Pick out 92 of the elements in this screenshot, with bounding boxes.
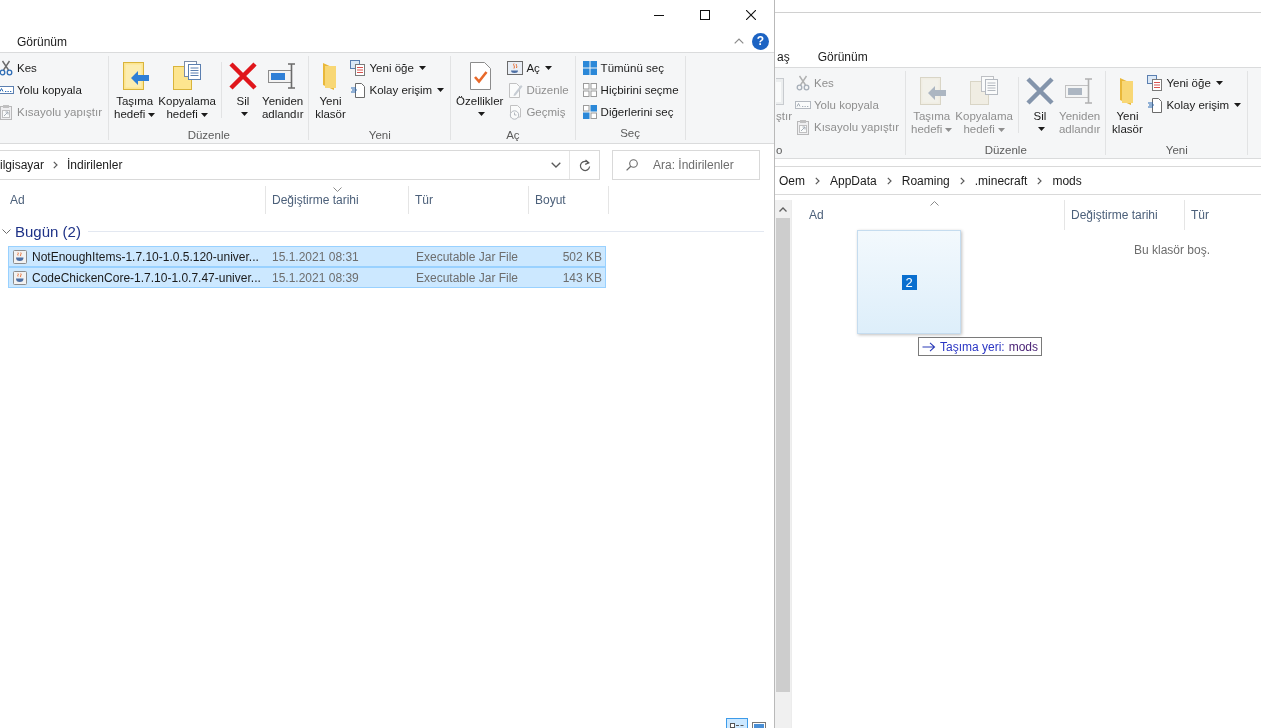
mixed-grid-icon: [581, 104, 598, 120]
arrow-right-icon: [922, 341, 936, 352]
file-name-text: CodeChickenCore-1.7.10-1.0.7.47-univer...: [32, 270, 261, 285]
count-badge: 2: [901, 274, 917, 290]
close-icon: [746, 10, 756, 20]
group-label: Yeni: [367, 128, 392, 142]
stacked-documents-icon: [1147, 75, 1164, 91]
delete-button[interactable]: Sil: [225, 56, 260, 128]
drop-target-text: mods: [1008, 339, 1039, 354]
maximize-icon: [700, 10, 710, 20]
stacked-documents-icon: [350, 60, 367, 76]
file-type-text: Executable Jar File: [416, 249, 519, 264]
empty-grid-icon: [581, 82, 598, 98]
refresh-icon: [578, 158, 591, 172]
chevron-right-icon: [815, 176, 820, 185]
file-size-text: 143 KB: [562, 270, 602, 285]
select-all-button[interactable]: Tümünü seç: [579, 57, 681, 79]
file-row[interactable]: NotEnoughItems-1.7.10-1.0.5.120-univer... 15.1.2021 08:31 Executable Jar File 502 KB: [8, 246, 606, 267]
address-bar[interactable]: Oem AppData Roaming .minecraft mods: [775, 166, 1261, 195]
new-item-button[interactable]: Yeni öğe: [348, 57, 447, 79]
search-field[interactable]: Ara: İndirilenler: [612, 150, 760, 180]
chevron-right-icon: [886, 176, 892, 185]
scissors-icon: [795, 75, 811, 91]
properties-button[interactable]: Özellikler: [455, 56, 505, 128]
clock-document-icon: [507, 104, 524, 120]
ribbon-tab[interactable]: Görünüm: [3, 30, 82, 52]
column-header[interactable]: Değiştirme tarihi: [1065, 200, 1185, 230]
group-label: o: [776, 143, 784, 157]
invert-selection-button[interactable]: Diğerlerini seç: [579, 101, 681, 123]
breadcrumb-item[interactable]: AppData: [830, 173, 877, 188]
file-name-text: NotEnoughItems-1.7.10-1.0.5.120-univer...: [32, 249, 259, 264]
cup-file-icon: [12, 269, 28, 286]
open-button[interactable]: Aç: [505, 57, 571, 79]
group-label: Seç: [619, 126, 641, 140]
move-to-button[interactable]: Taşıma hedefi: [113, 56, 157, 128]
window-icon: [507, 60, 524, 76]
folder-documents-icon: [171, 60, 204, 92]
breadcrumb-item[interactable]: Roaming: [901, 173, 950, 188]
modified-date-text: 15.1.2021 08:31: [272, 249, 359, 264]
cup-file-icon: [12, 248, 28, 265]
folder-documents-icon: [968, 75, 1001, 107]
group-label: Düzenle: [983, 143, 1028, 157]
breadcrumb-item[interactable]: İndirilenler: [67, 158, 123, 172]
document-lines-icon: [1147, 97, 1164, 113]
chevron-right-icon: [1037, 176, 1043, 185]
column-header[interactable]: Tür: [409, 186, 529, 214]
chevron-right-icon: [53, 161, 58, 169]
breadcrumb-item[interactable]: .minecraft: [974, 173, 1028, 188]
new-item-button[interactable]: Yeni öğe: [1145, 72, 1244, 94]
modified-date-text: 15.1.2021 08:39: [272, 270, 359, 285]
copy-to-button[interactable]: Kopyalama hedefi: [157, 56, 217, 128]
select-none-button[interactable]: Hiçbirini seçme: [579, 79, 681, 101]
group-label: Düzenle: [186, 128, 231, 142]
pencil-document-icon: [507, 82, 524, 98]
file-type-text: Executable Jar File: [416, 270, 519, 285]
file-size-text: 502 KB: [562, 249, 602, 264]
group-label: Yeni: [1164, 143, 1189, 157]
ribbon-tab[interactable]: Görünüm: [803, 45, 882, 67]
new-folder-button[interactable]: Yeni klasör: [313, 56, 348, 128]
help-button[interactable]: ?: [752, 32, 769, 50]
group-header[interactable]: Bugün (2): [0, 222, 81, 240]
chevron-down-icon: [550, 162, 561, 168]
column-header[interactable]: Değiştirme tarihi: [266, 186, 409, 214]
scrollbar-thumb[interactable]: [776, 218, 790, 692]
caret-up-icon: [779, 206, 787, 212]
filled-grid-icon: [581, 60, 598, 76]
column-header[interactable]: Tür: [1185, 200, 1261, 230]
breadcrumb-item[interactable]: Oem: [779, 173, 805, 188]
file-row[interactable]: CodeChickenCore-1.7.10-1.0.7.47-univer... 15.1.2021 08:39 Executable Jar File 143 KB: [8, 267, 606, 288]
empty-folder-text: Bu klasör boş.: [1134, 243, 1211, 257]
drop-action-text: Taşıma yeri:: [940, 339, 1005, 354]
address-bar[interactable]: ilgisayar İndirilenler: [0, 150, 600, 180]
group-label: Aç: [505, 128, 521, 142]
new-folder-button[interactable]: Yeni klasör: [1110, 71, 1145, 143]
column-header[interactable]: Boyut: [529, 186, 609, 214]
caret-up-icon: [734, 38, 744, 44]
breadcrumb-item[interactable]: mods: [1052, 173, 1082, 188]
cut-button[interactable]: Kes: [0, 57, 104, 79]
column-header[interactable]: Ad: [4, 186, 266, 214]
document-lines-icon: [350, 82, 367, 98]
rename-button[interactable]: Yeniden adlandır: [260, 56, 305, 128]
scissors-icon: [0, 60, 14, 76]
minimize-icon: [654, 14, 664, 16]
easy-access-button[interactable]: Kolay erişim: [348, 79, 447, 101]
delete-button[interactable]: Sil: [1022, 71, 1057, 143]
chevron-right-icon: [959, 176, 965, 185]
breadcrumb-item[interactable]: ilgisayar: [0, 158, 44, 172]
search-icon: [626, 159, 638, 171]
copy-path-button[interactable]: Yolu kopyala: [0, 79, 104, 101]
easy-access-button[interactable]: Kolay erişim: [1145, 94, 1244, 116]
ribbon-tab[interactable]: aş: [775, 45, 804, 67]
scrollbar[interactable]: [775, 200, 791, 728]
